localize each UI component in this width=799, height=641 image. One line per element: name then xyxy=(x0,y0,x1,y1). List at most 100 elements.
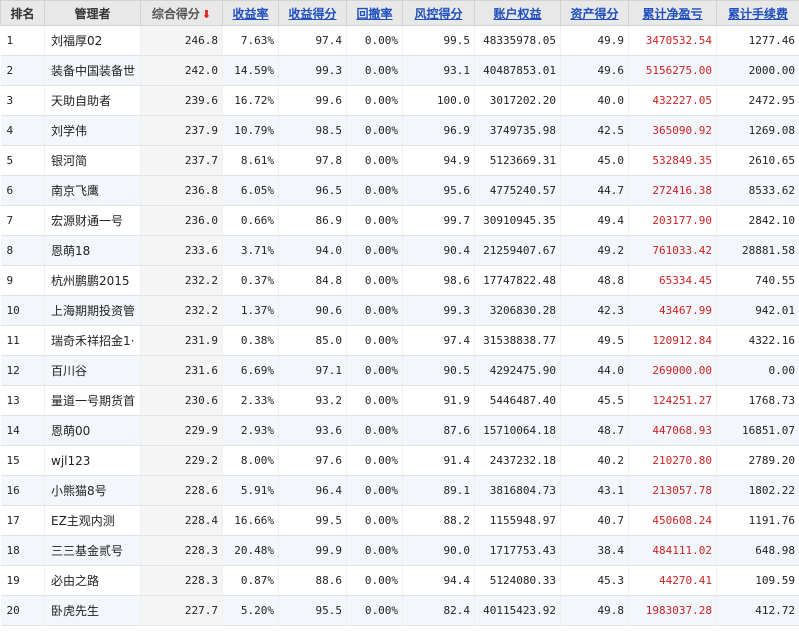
sort-link-cum-pnl[interactable]: 累计净盈亏 xyxy=(642,7,702,21)
cell-drawdown: 0.00% xyxy=(346,475,403,506)
cell-asset-score: 49.2 xyxy=(560,235,629,266)
cell-drawdown: 0.00% xyxy=(346,55,403,86)
cell-drawdown: 0.00% xyxy=(346,145,403,176)
cell-risk-score: 90.0 xyxy=(402,535,475,566)
cell-cum-pnl: 120912.84 xyxy=(628,325,717,356)
cell-return-score: 97.4 xyxy=(278,25,347,56)
cell-return-score: 84.8 xyxy=(278,265,347,296)
header-total-score-label[interactable]: 综合得分 xyxy=(152,7,200,21)
header-drawdown[interactable]: 回撤率 xyxy=(346,0,403,26)
cell-asset-score: 49.5 xyxy=(560,325,629,356)
cell-asset-score: 42.5 xyxy=(560,115,629,146)
cell-asset-score: 48.8 xyxy=(560,265,629,296)
cell-rank: 6 xyxy=(0,175,45,206)
cell-manager: 量道一号期货首 xyxy=(44,385,141,416)
cell-asset-score: 48.7 xyxy=(560,415,629,446)
cell-return-score: 85.0 xyxy=(278,325,347,356)
sort-link-equity[interactable]: 账户权益 xyxy=(493,7,541,21)
cell-manager: EZ主观内测 xyxy=(44,505,141,536)
header-cum-fee[interactable]: 累计手续费 xyxy=(716,0,799,26)
cell-manager: 上海期期投资管 xyxy=(44,295,141,326)
sort-link-return-rate[interactable]: 收益率 xyxy=(232,7,268,21)
cell-cum-pnl: 1983037.28 xyxy=(628,595,717,626)
cell-manager: 银河简 xyxy=(44,145,141,176)
cell-risk-score: 87.6 xyxy=(402,415,475,446)
cell-return-score: 93.2 xyxy=(278,385,347,416)
cell-manager: 必由之路 xyxy=(44,565,141,596)
header-return-rate[interactable]: 收益率 xyxy=(222,0,279,26)
cell-manager: wjl123 xyxy=(44,445,141,476)
cell-risk-score: 99.3 xyxy=(402,295,475,326)
cell-drawdown: 0.00% xyxy=(346,505,403,536)
header-rank-label: 排名 xyxy=(10,6,35,21)
cell-asset-score: 49.4 xyxy=(560,205,629,236)
cell-rank: 1 xyxy=(0,25,45,56)
cell-return-rate: 0.37% xyxy=(222,265,279,296)
cell-rank: 5 xyxy=(0,145,45,176)
cell-equity: 5123669.31 xyxy=(474,145,561,176)
cell-equity: 2437232.18 xyxy=(474,445,561,476)
cell-return-rate: 8.61% xyxy=(222,145,279,176)
cell-risk-score: 99.5 xyxy=(402,25,475,56)
table-row: 9 杭州鹏鹏2015 232.2 0.37% 84.8 0.00% 98.6 1… xyxy=(0,265,799,296)
cell-risk-score: 89.1 xyxy=(402,475,475,506)
cell-total-score: 242.0 xyxy=(140,55,223,86)
sort-link-drawdown[interactable]: 回撤率 xyxy=(356,7,392,21)
cell-risk-score: 99.7 xyxy=(402,205,475,236)
cell-cum-pnl: 43467.99 xyxy=(628,295,717,326)
ranking-table: 排名 管理者 综合得分 ⬇ 收益率 收益得分 回撤率 风控得分 账户权益 资产得分… xyxy=(0,0,799,626)
sort-link-risk-score[interactable]: 风控得分 xyxy=(414,7,462,21)
cell-cum-fee: 109.59 xyxy=(716,565,799,596)
cell-total-score: 229.2 xyxy=(140,445,223,476)
cell-risk-score: 82.4 xyxy=(402,595,475,626)
header-return-score[interactable]: 收益得分 xyxy=(278,0,347,26)
table-row: 20 卧虎先生 227.7 5.20% 95.5 0.00% 82.4 4011… xyxy=(0,595,799,626)
sort-link-asset-score[interactable]: 资产得分 xyxy=(570,7,618,21)
header-asset-score[interactable]: 资产得分 xyxy=(560,0,629,26)
cell-manager: 南京飞鹰 xyxy=(44,175,141,206)
cell-cum-fee: 740.55 xyxy=(716,265,799,296)
cell-asset-score: 45.0 xyxy=(560,145,629,176)
cell-drawdown: 0.00% xyxy=(346,85,403,116)
cell-equity: 3206830.28 xyxy=(474,295,561,326)
cell-total-score: 227.7 xyxy=(140,595,223,626)
cell-risk-score: 88.2 xyxy=(402,505,475,536)
table-row: 17 EZ主观内测 228.4 16.66% 99.5 0.00% 88.2 1… xyxy=(0,505,799,536)
table-row: 11 瑞奇禾祥招金1· 231.9 0.38% 85.0 0.00% 97.4 … xyxy=(0,325,799,356)
cell-asset-score: 49.9 xyxy=(560,25,629,56)
cell-return-score: 90.6 xyxy=(278,295,347,326)
header-cum-pnl[interactable]: 累计净盈亏 xyxy=(628,0,717,26)
cell-manager: 百川谷 xyxy=(44,355,141,386)
cell-rank: 4 xyxy=(0,115,45,146)
sort-link-cum-fee[interactable]: 累计手续费 xyxy=(728,7,788,21)
cell-drawdown: 0.00% xyxy=(346,25,403,56)
cell-total-score: 231.6 xyxy=(140,355,223,386)
header-total-score[interactable]: 综合得分 ⬇ xyxy=(140,0,223,26)
cell-drawdown: 0.00% xyxy=(346,355,403,386)
cell-cum-pnl: 44270.41 xyxy=(628,565,717,596)
cell-return-score: 99.6 xyxy=(278,85,347,116)
cell-risk-score: 91.9 xyxy=(402,385,475,416)
cell-asset-score: 42.3 xyxy=(560,295,629,326)
table-row: 3 天助自助者 239.6 16.72% 99.6 0.00% 100.0 30… xyxy=(0,85,799,116)
header-equity[interactable]: 账户权益 xyxy=(474,0,561,26)
cell-return-score: 86.9 xyxy=(278,205,347,236)
cell-cum-pnl: 3470532.54 xyxy=(628,25,717,56)
sort-link-return-score[interactable]: 收益得分 xyxy=(288,7,336,21)
cell-asset-score: 45.5 xyxy=(560,385,629,416)
cell-return-score: 96.4 xyxy=(278,475,347,506)
header-row: 排名 管理者 综合得分 ⬇ 收益率 收益得分 回撤率 风控得分 账户权益 资产得分… xyxy=(0,0,799,26)
cell-cum-fee: 1802.22 xyxy=(716,475,799,506)
cell-equity: 21259407.67 xyxy=(474,235,561,266)
sort-desc-arrow-icon: ⬇ xyxy=(201,7,212,21)
cell-cum-fee: 412.72 xyxy=(716,595,799,626)
cell-return-rate: 0.66% xyxy=(222,205,279,236)
header-risk-score[interactable]: 风控得分 xyxy=(402,0,475,26)
cell-manager: 宏源财通一号 xyxy=(44,205,141,236)
cell-drawdown: 0.00% xyxy=(346,235,403,266)
cell-manager: 小熊猫8号 xyxy=(44,475,141,506)
cell-return-rate: 5.20% xyxy=(222,595,279,626)
cell-return-score: 93.6 xyxy=(278,415,347,446)
table-row: 5 银河简 237.7 8.61% 97.8 0.00% 94.9 512366… xyxy=(0,145,799,176)
cell-cum-fee: 2842.10 xyxy=(716,205,799,236)
